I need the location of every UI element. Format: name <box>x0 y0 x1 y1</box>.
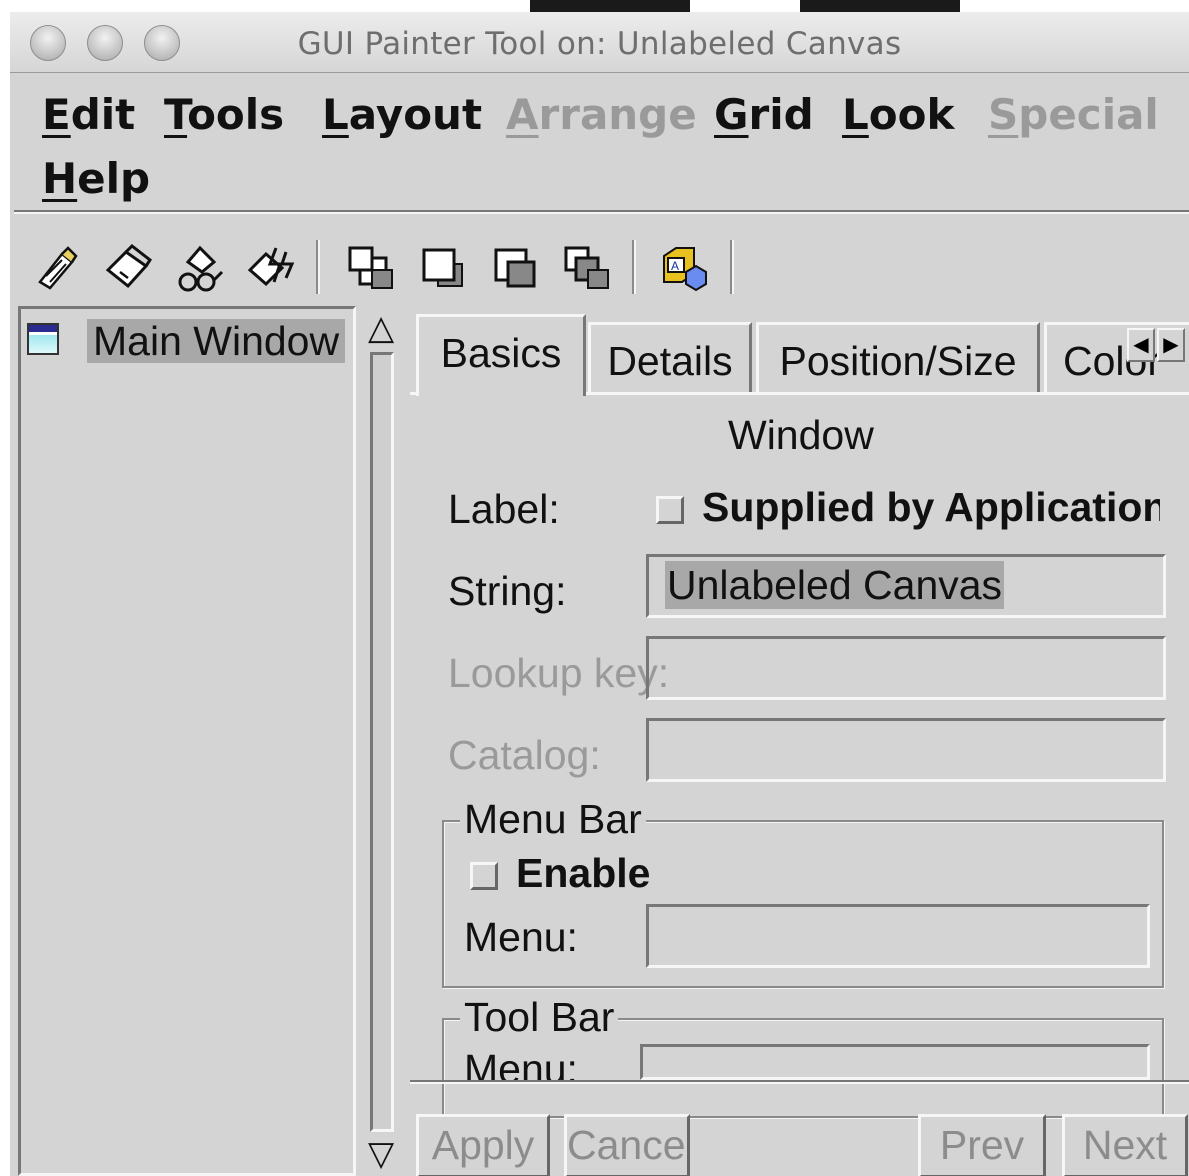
menu-bar-menu-field[interactable] <box>646 904 1150 968</box>
tree-scrollbar[interactable]: △ ▽ <box>362 308 406 1176</box>
menu-bar-enable-label: Enable <box>516 850 651 896</box>
menu-arrange[interactable]: Arrange <box>506 90 697 139</box>
tab-scroll-buttons: ◀ ▶ <box>1127 328 1187 362</box>
move-to-back-icon[interactable] <box>416 242 468 294</box>
catalog-field[interactable] <box>646 718 1166 782</box>
title-bar[interactable]: GUI Painter Tool on: Unlabeled Canvas <box>10 12 1189 73</box>
lookup-key-field[interactable] <box>646 636 1166 700</box>
desktop-strip <box>0 0 1189 12</box>
menu-tools[interactable]: Tools <box>164 90 284 139</box>
tab-position-size[interactable]: Position/Size <box>756 322 1040 394</box>
string-value: Unlabeled Canvas <box>665 561 1005 609</box>
window-icon <box>27 323 59 355</box>
tool-bar-menu-label: Menu: <box>464 1046 578 1080</box>
menu-edit[interactable]: Edit <box>42 90 135 139</box>
menu-look[interactable]: Look <box>842 90 954 139</box>
svg-text:A: A <box>671 259 679 273</box>
tab-basics[interactable]: Basics <box>416 314 586 396</box>
toolbar: A <box>10 222 1189 306</box>
move-to-front-icon[interactable] <box>344 242 396 294</box>
lookup-key-label: Lookup key: <box>448 650 670 696</box>
toolbar-separator <box>316 240 320 294</box>
window-title: GUI Painter Tool on: Unlabeled Canvas <box>297 26 902 62</box>
string-field[interactable]: Unlabeled Canvas <box>646 554 1166 618</box>
label-label: Label: <box>448 486 560 532</box>
section-title: Window <box>728 412 874 458</box>
menu-bar-menu-label: Menu: <box>464 914 578 960</box>
menu-grid[interactable]: Grid <box>714 90 814 139</box>
browse-icon[interactable] <box>174 242 226 294</box>
toolbar-separator <box>730 240 734 294</box>
tab-scroll-right-icon[interactable]: ▶ <box>1157 328 1185 362</box>
menu-separator <box>14 210 1189 214</box>
resources-icon[interactable]: A <box>658 242 710 294</box>
move-backward-icon[interactable] <box>560 242 612 294</box>
menu-bar: Edit Tools Layout Arrange Grid Look Spec… <box>10 74 1189 214</box>
run-icon[interactable] <box>246 242 298 294</box>
next-button[interactable]: Next <box>1062 1114 1188 1176</box>
install-icon[interactable] <box>32 242 84 294</box>
menu-special[interactable]: Special <box>988 90 1159 139</box>
scroll-track[interactable] <box>370 352 394 1132</box>
toolbar-separator <box>632 240 636 294</box>
desktop-background-dark <box>800 0 960 12</box>
tool-bar-group-title: Tool Bar <box>460 994 619 1041</box>
button-separator <box>410 1080 1189 1084</box>
catalog-label: Catalog: <box>448 732 601 778</box>
menu-bar-enable-checkbox[interactable] <box>470 862 498 890</box>
menu-bar-group-title: Menu Bar <box>460 796 646 843</box>
painter-window: GUI Painter Tool on: Unlabeled Canvas Ed… <box>10 12 1189 1176</box>
supplied-by-application-checkbox[interactable] <box>656 496 684 524</box>
tab-details[interactable]: Details <box>588 322 752 394</box>
apply-button[interactable]: Apply <box>416 1114 550 1176</box>
scroll-up-arrow-icon[interactable]: △ <box>368 308 394 348</box>
define-icon[interactable] <box>102 242 154 294</box>
tab-scroll-left-icon[interactable]: ◀ <box>1127 328 1155 362</box>
tool-bar-menu-field[interactable] <box>640 1044 1150 1080</box>
string-label: String: <box>448 568 567 614</box>
prev-button[interactable]: Prev <box>918 1114 1046 1176</box>
desktop-background-dark <box>530 0 690 12</box>
move-forward-icon[interactable] <box>488 242 540 294</box>
scroll-down-arrow-icon[interactable]: ▽ <box>368 1134 394 1174</box>
tree-item-label: Main Window <box>87 319 346 363</box>
cancel-button[interactable]: Cancel <box>564 1114 690 1176</box>
properties-panel: Basics Details Position/Size Color ◀ ▶ W… <box>410 308 1189 1176</box>
menu-help[interactable]: Help <box>42 154 150 203</box>
menu-layout[interactable]: Layout <box>322 90 482 139</box>
supplied-by-application-label: Supplied by Application <box>702 484 1160 530</box>
component-tree[interactable]: Main Window <box>18 306 356 1176</box>
